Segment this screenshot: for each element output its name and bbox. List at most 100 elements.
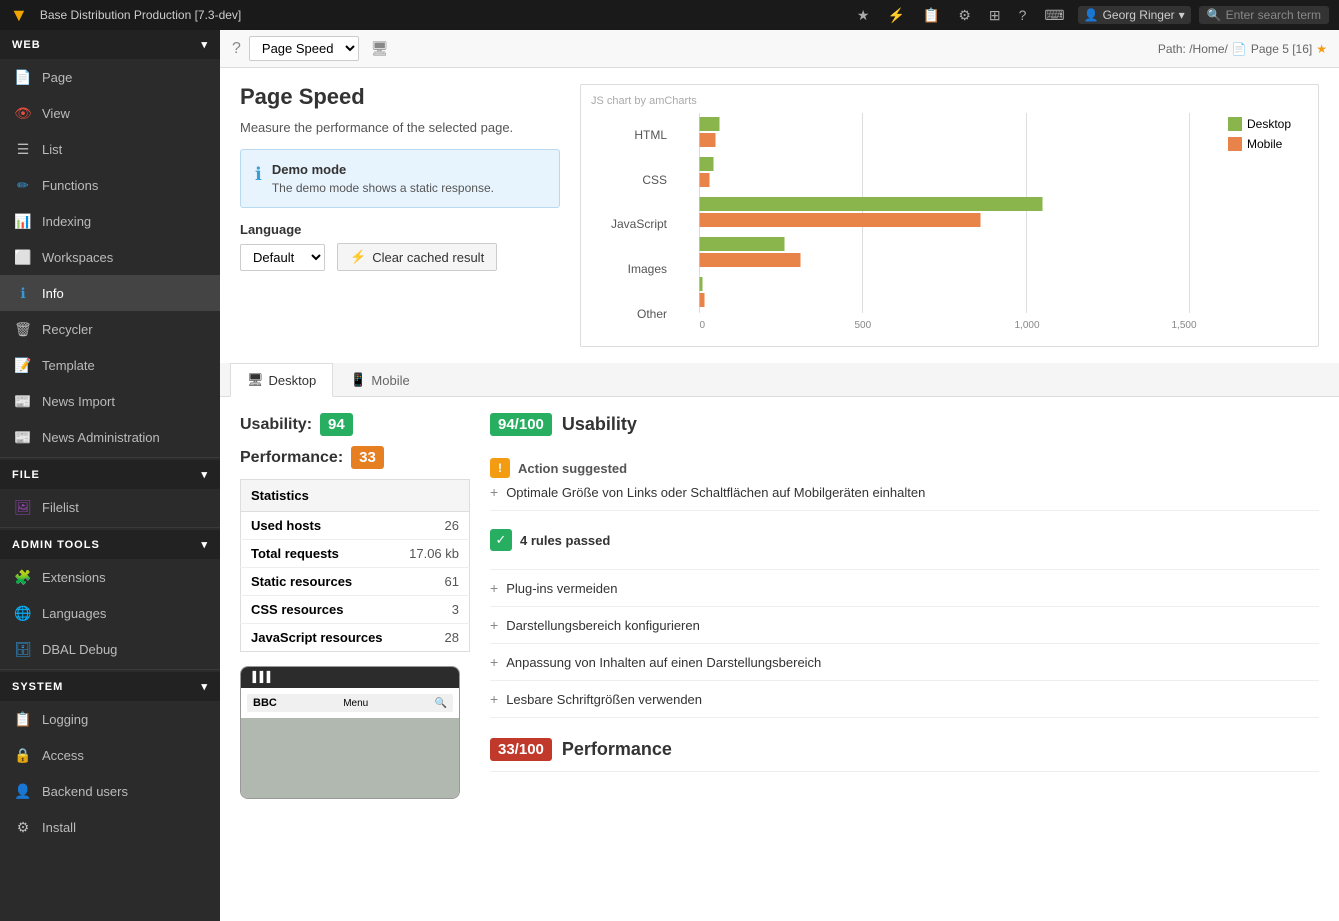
sidebar-item-label-list: List xyxy=(42,142,62,157)
plus-icon-5: + xyxy=(490,691,498,707)
action-detail-row[interactable]: + Optimale Größe von Links oder Schaltfl… xyxy=(490,484,1319,500)
sidebar-section-web[interactable]: WEB ▾ xyxy=(0,30,220,59)
page-speed-dropdown[interactable]: Page Speed Page Info Localization xyxy=(249,36,359,61)
sidebar-item-template[interactable]: 📝 Template xyxy=(0,347,220,383)
check-icon: ✓ xyxy=(490,529,512,551)
sidebar-item-label-backend-users: Backend users xyxy=(42,784,128,799)
tabs-bar: 🖥 Desktop 📱 Mobile xyxy=(220,363,1339,397)
sidebar-item-logging[interactable]: 📋 Logging xyxy=(0,701,220,737)
rule2-row[interactable]: + Darstellungsbereich konfigurieren xyxy=(490,617,1319,633)
sidebar-item-access[interactable]: 🔒 Access xyxy=(0,737,220,773)
chart-wrapper: JS chart by amCharts HTML CSS JavaScript… xyxy=(580,84,1319,347)
tab-mobile[interactable]: 📱 Mobile xyxy=(333,363,426,397)
usability-title: Usability xyxy=(562,414,637,435)
stat-value: 17.06 kb xyxy=(397,540,469,568)
extensions-icon: 🧩 xyxy=(14,568,32,586)
sidebar-item-label-template: Template xyxy=(42,358,95,373)
help-icon[interactable]: ? xyxy=(1014,5,1032,25)
sidebar-item-install[interactable]: ⚙ Install xyxy=(0,809,220,845)
user-menu[interactable]: 👤 Georg Ringer ▾ xyxy=(1078,6,1191,24)
sidebar-section-system[interactable]: SYSTEM ▾ xyxy=(0,672,220,701)
sidebar-item-label-dbal: DBAL Debug xyxy=(42,642,117,657)
action-text: Action suggested xyxy=(518,461,627,476)
y-label-images: Images xyxy=(591,262,667,276)
sidebar-item-filelist[interactable]: 🖼 Filelist xyxy=(0,489,220,525)
sidebar-item-workspaces[interactable]: ⬜ Workspaces xyxy=(0,239,220,275)
star-icon[interactable]: ★ xyxy=(852,5,875,26)
demo-mode-content: Demo mode The demo mode shows a static r… xyxy=(272,162,494,195)
table-row: Total requests17.06 kb xyxy=(241,540,470,568)
page-speed-section: Page Speed Measure the performance of th… xyxy=(220,68,1339,363)
filelist-icon: 🖼 xyxy=(14,498,32,516)
keyboard-icon[interactable]: ⌨ xyxy=(1039,5,1069,26)
chart-container: JS chart by amCharts HTML CSS JavaScript… xyxy=(580,84,1319,347)
language-select[interactable]: Default English German xyxy=(240,244,325,271)
usability-badge: 94 xyxy=(320,413,353,436)
chart-y-axis: HTML CSS JavaScript Images Other xyxy=(591,113,671,336)
sidebar-item-news-admin[interactable]: 📰 News Administration xyxy=(0,419,220,455)
page-speed-select[interactable]: Page Speed Page Info Localization xyxy=(249,36,359,61)
rule4-row[interactable]: + Lesbare Schriftgrößen verwenden xyxy=(490,691,1319,707)
clear-cache-label: Clear cached result xyxy=(372,250,484,265)
y-label-html: HTML xyxy=(591,128,667,142)
page-icon-small: 📄 xyxy=(1232,42,1247,56)
sidebar-item-list[interactable]: ☰ List xyxy=(0,131,220,167)
performance-score-header: 33/100 Performance xyxy=(490,738,1319,761)
sidebar-item-label-view: View xyxy=(42,106,70,121)
topbar-actions: ★ ⚡ 📋 ⚙ ⊞ ? ⌨ 👤 Georg Ringer ▾ 🔍 Enter s… xyxy=(852,5,1329,26)
sidebar-item-dbal[interactable]: 🗄 DBAL Debug xyxy=(0,631,220,667)
sidebar-item-info[interactable]: ℹ Info xyxy=(0,275,220,311)
divider-file xyxy=(0,457,220,458)
sidebar-item-recycler[interactable]: 🗑 Recycler xyxy=(0,311,220,347)
rule2-item: + Darstellungsbereich konfigurieren xyxy=(490,607,1319,644)
mobile-search-icon: 🔍 xyxy=(435,698,447,709)
settings-icon[interactable]: ⚙ xyxy=(953,5,976,26)
desktop-tab-icon: 🖥 xyxy=(247,372,264,388)
clear-cache-button[interactable]: ⚡ Clear cached result xyxy=(337,243,497,271)
sidebar-item-indexing[interactable]: 📊 Indexing xyxy=(0,203,220,239)
sidebar-item-languages[interactable]: 🌐 Languages xyxy=(0,595,220,631)
bbc-logo: BBC xyxy=(253,697,277,709)
web-section-label: WEB xyxy=(12,39,41,51)
sidebar-item-label-access: Access xyxy=(42,748,84,763)
flash-icon[interactable]: ⚡ xyxy=(882,5,909,26)
copy-icon[interactable]: 📋 xyxy=(918,5,945,26)
sidebar-item-functions[interactable]: ✏ Functions xyxy=(0,167,220,203)
legend-mobile: Mobile xyxy=(1228,137,1308,151)
legend-desktop: Desktop xyxy=(1228,117,1308,131)
search-icon: 🔍 xyxy=(1207,8,1222,22)
legend-desktop-color xyxy=(1228,117,1242,131)
grid-icon[interactable]: ⊞ xyxy=(984,5,1006,26)
sidebar-item-news-import[interactable]: 📰 News Import xyxy=(0,383,220,419)
list-icon: ☰ xyxy=(14,140,32,158)
divider-admin xyxy=(0,527,220,528)
sidebar-section-file[interactable]: FILE ▾ xyxy=(0,460,220,489)
sidebar-item-extensions[interactable]: 🧩 Extensions xyxy=(0,559,220,595)
stat-value: 3 xyxy=(397,596,469,624)
functions-icon: ✏ xyxy=(14,176,32,194)
rule1-row[interactable]: + Plug-ins vermeiden xyxy=(490,580,1319,596)
rule3-row[interactable]: + Anpassung von Inhalten auf einen Darst… xyxy=(490,654,1319,670)
recycler-icon: 🗑 xyxy=(14,320,32,338)
sidebar-item-label-page: Page xyxy=(42,70,72,85)
search-bar[interactable]: 🔍 Enter search term xyxy=(1199,6,1329,24)
sidebar-item-view[interactable]: 👁 View xyxy=(0,95,220,131)
usability-label: Usability: xyxy=(240,416,312,434)
chart-legend: Desktop Mobile xyxy=(1228,113,1308,336)
system-section-label: SYSTEM xyxy=(12,681,63,693)
logging-icon: 📋 xyxy=(14,710,32,728)
admin-section-arrow: ▾ xyxy=(201,538,208,551)
tab-desktop[interactable]: 🖥 Desktop xyxy=(230,363,333,397)
action-item-text: Optimale Größe von Links oder Schaltfläc… xyxy=(506,485,925,500)
legend-mobile-color xyxy=(1228,137,1242,151)
rule2-text: Darstellungsbereich konfigurieren xyxy=(506,618,700,633)
star-page-icon[interactable]: ★ xyxy=(1316,42,1327,56)
performance-title: Performance xyxy=(562,739,672,760)
sidebar-section-admin[interactable]: ADMIN TOOLS ▾ xyxy=(0,530,220,559)
question-icon: ? xyxy=(232,40,241,58)
y-label-js: JavaScript xyxy=(591,217,667,231)
sidebar-item-backend-users[interactable]: 👤 Backend users xyxy=(0,773,220,809)
action-suggested-row: ! Action suggested xyxy=(490,458,1319,478)
path-label: Path: /Home/ xyxy=(1158,42,1228,56)
sidebar-item-page[interactable]: 📄 Page xyxy=(0,59,220,95)
